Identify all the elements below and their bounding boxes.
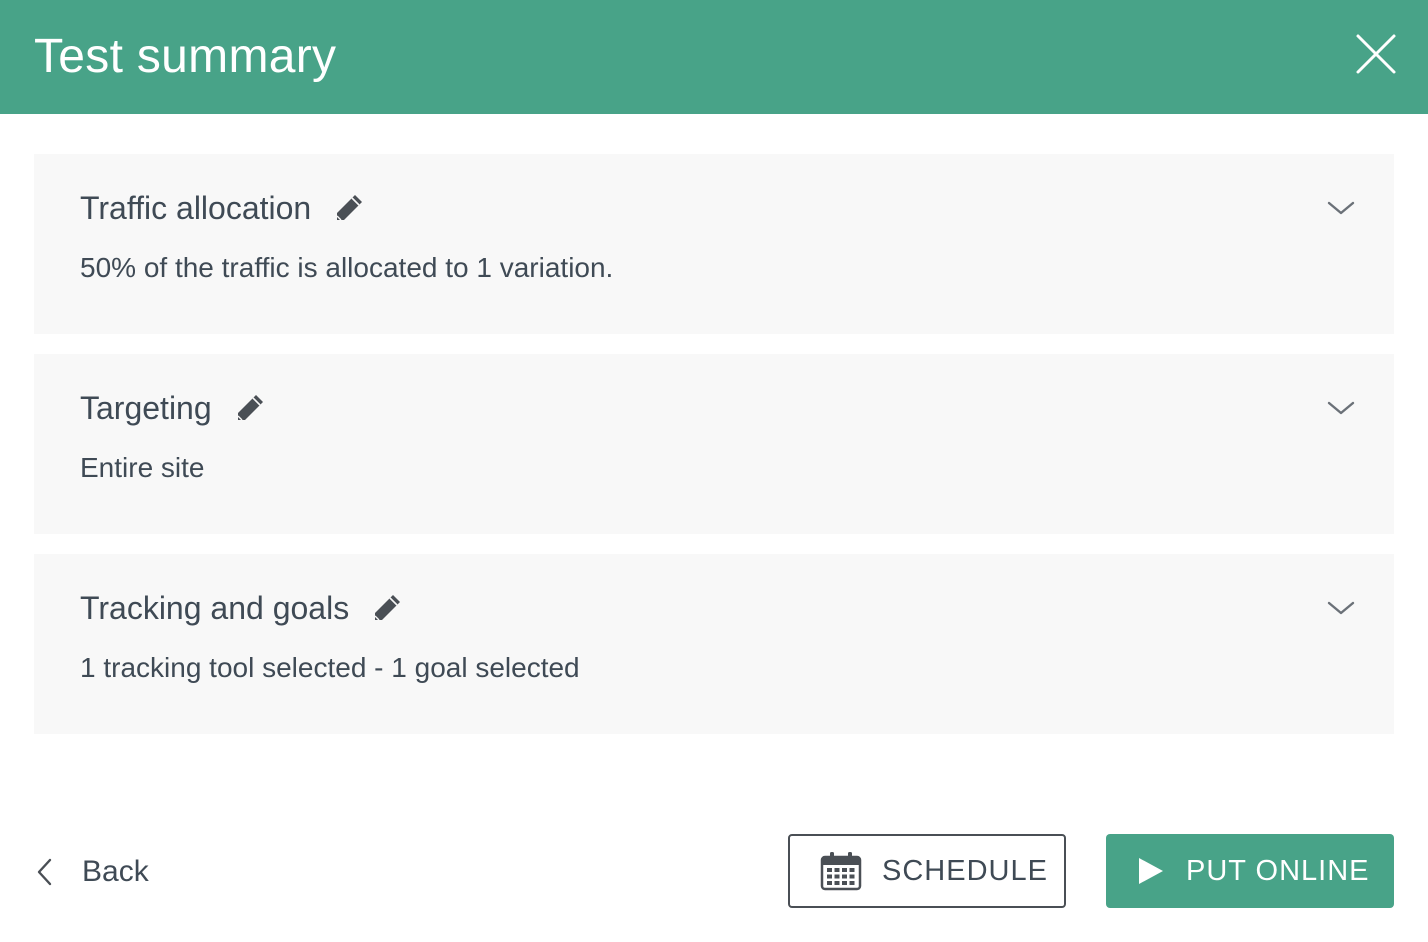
section-title: Targeting (80, 390, 212, 426)
expand-button[interactable] (1326, 598, 1356, 618)
section-tracking-and-goals: Tracking and goals 1 tracking tool selec… (34, 554, 1394, 734)
back-button[interactable]: Back (34, 848, 149, 896)
close-button[interactable] (1354, 32, 1398, 76)
test-summary-modal: Test summary Traffic allocation 50% of t… (0, 0, 1428, 942)
section-description: 50% of the traffic is allocated to 1 var… (80, 252, 614, 283)
calendar-icon (820, 852, 862, 891)
close-icon (1356, 34, 1396, 74)
pencil-icon[interactable] (371, 592, 403, 624)
play-icon (1139, 858, 1163, 884)
section-description: 1 tracking tool selected - 1 goal select… (80, 652, 580, 683)
put-online-button[interactable]: PUT ONLINE (1106, 834, 1394, 908)
pencil-icon[interactable] (333, 192, 365, 224)
back-label: Back (82, 855, 149, 888)
expand-button[interactable] (1326, 398, 1356, 418)
section-targeting: Targeting Entire site (34, 354, 1394, 534)
chevron-down-icon (1327, 601, 1355, 615)
section-title: Tracking and goals (80, 590, 350, 626)
section-description: Entire site (80, 452, 205, 483)
chevron-down-icon (1327, 401, 1355, 415)
modal-header: Test summary (0, 0, 1428, 114)
schedule-label: SCHEDULE (882, 854, 1048, 887)
expand-button[interactable] (1326, 198, 1356, 218)
section-title: Traffic allocation (80, 190, 312, 226)
section-traffic-allocation: Traffic allocation 50% of the traffic is… (34, 154, 1394, 334)
pencil-icon[interactable] (234, 392, 266, 424)
section-title-row: Traffic allocation (80, 188, 365, 228)
chevron-left-icon (37, 858, 52, 886)
section-title-row: Targeting (80, 388, 266, 428)
modal-title: Test summary (34, 30, 337, 83)
schedule-button[interactable]: SCHEDULE (788, 834, 1066, 908)
chevron-down-icon (1327, 201, 1355, 215)
put-online-label: PUT ONLINE (1186, 854, 1370, 887)
section-title-row: Tracking and goals (80, 588, 403, 628)
